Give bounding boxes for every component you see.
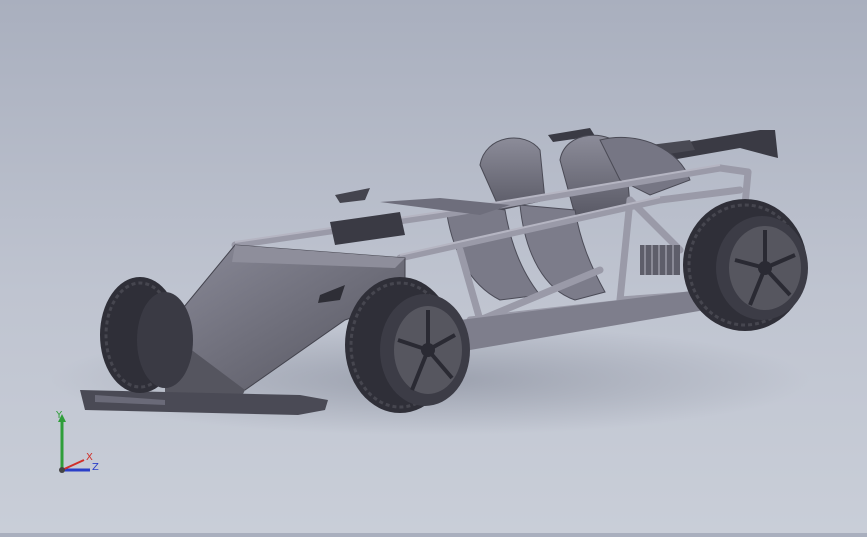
y-axis-label: Y [56,410,63,421]
origin-dot [59,467,65,473]
3d-viewport[interactable] [0,0,867,533]
car-model[interactable] [0,0,867,533]
front-left-wheel [100,277,193,393]
coordinate-triad: Y X Z [48,408,108,478]
z-axis-label: Z [92,462,99,473]
rear-wheel [683,199,808,331]
rear-suspension [640,245,680,275]
front-right-wheel [345,277,470,413]
